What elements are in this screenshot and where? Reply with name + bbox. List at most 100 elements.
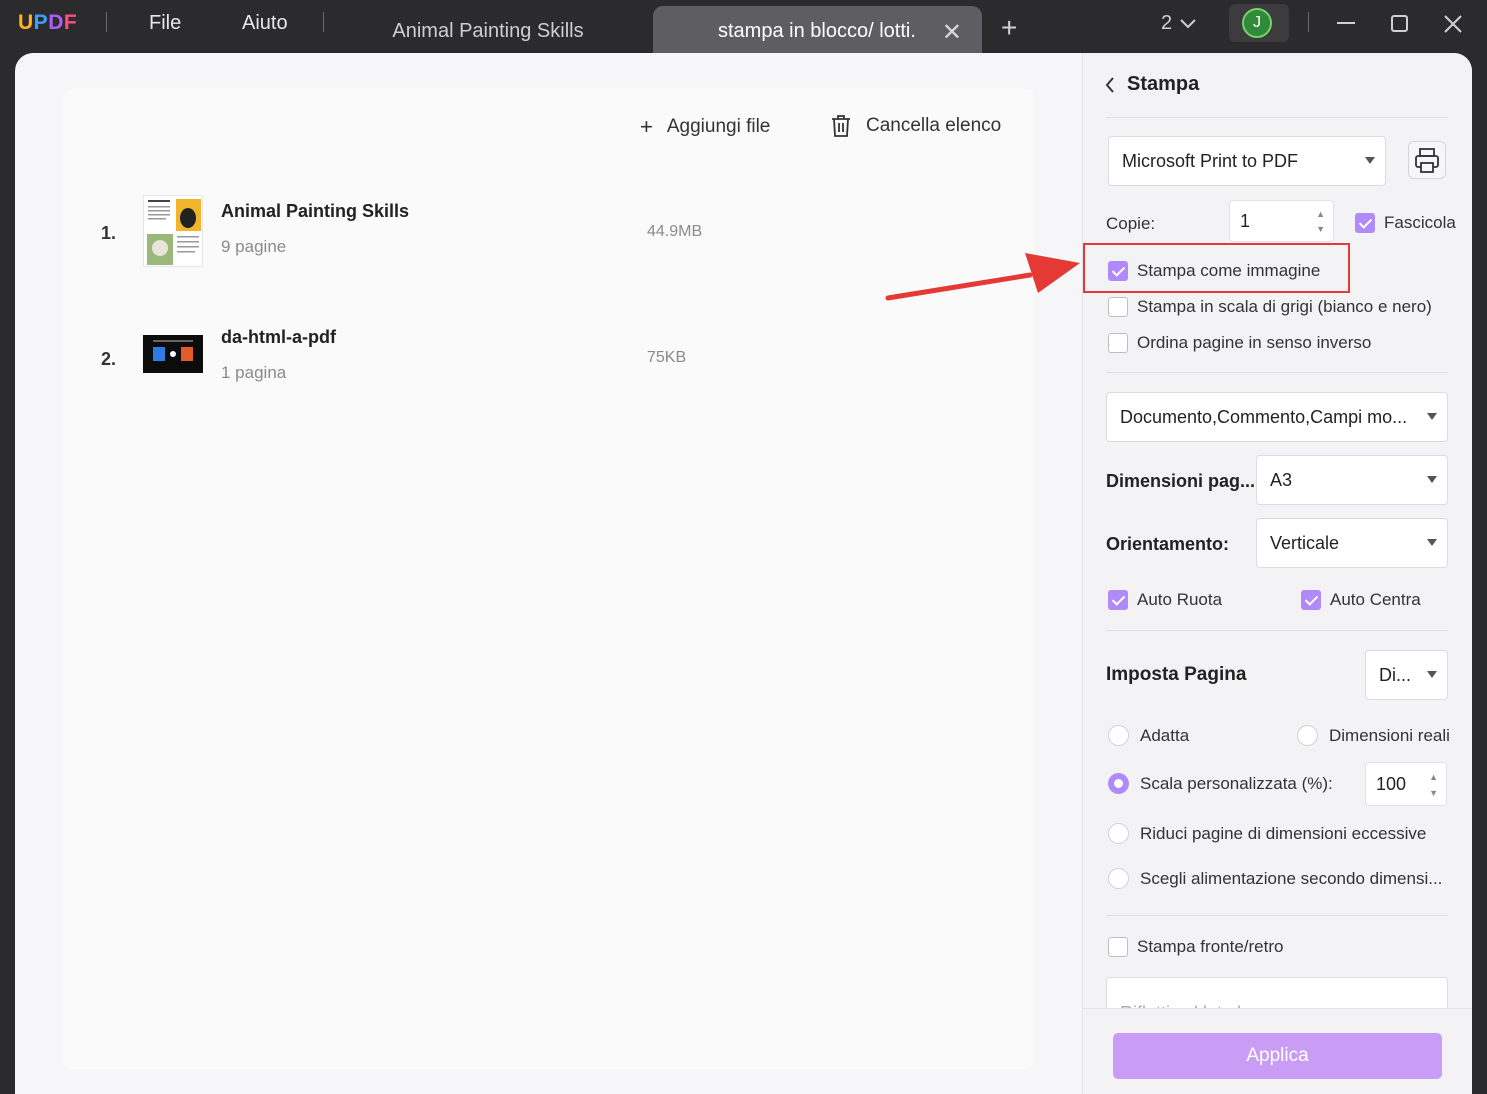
minimize-icon[interactable] — [1336, 8, 1356, 36]
file-pages: 9 pagine — [221, 237, 287, 256]
file-thumbnail — [143, 195, 203, 267]
grayscale-label: Stampa in scala di grigi (bianco e nero) — [1137, 297, 1432, 316]
orientation-value: Verticale — [1270, 532, 1340, 553]
actual-size-label: Dimensioni reali — [1329, 725, 1450, 745]
window-count-dropdown[interactable]: 2 — [1161, 12, 1196, 35]
print-content-select[interactable]: Documento,Commento,Campi mo... — [1106, 392, 1448, 442]
caret-down-icon — [1427, 539, 1437, 546]
tab-animal-painting-skills[interactable]: Animal Painting Skills — [336, 6, 640, 56]
collate-label: Fascicola — [1384, 213, 1456, 232]
page-setup-value: Di... — [1379, 664, 1412, 685]
print-panel-header: Stampa — [1105, 73, 1199, 96]
divider — [323, 12, 324, 32]
radio[interactable] — [1108, 868, 1129, 889]
checkbox[interactable] — [1108, 937, 1128, 957]
fit-radio[interactable]: Adatta — [1108, 725, 1189, 746]
annotation-highlight-box — [1083, 243, 1350, 293]
spin-up-icon[interactable]: ▲ — [1316, 209, 1325, 219]
caret-down-icon — [1427, 413, 1437, 420]
file-size: 75KB — [647, 349, 687, 366]
checkbox[interactable] — [1301, 590, 1321, 610]
close-tab-icon[interactable]: ✕ — [942, 18, 962, 47]
page-setup-label: Imposta Pagina — [1106, 664, 1247, 685]
add-files-label: Aggiungi file — [666, 116, 771, 137]
apply-button[interactable]: Applica — [1113, 1033, 1442, 1079]
custom-scale-radio[interactable]: Scala personalizzata (%): — [1108, 773, 1333, 794]
copies-label: Copie: — [1106, 214, 1156, 233]
divider — [1106, 915, 1448, 916]
file-row[interactable]: 2. da-html-a-pdf 1 pagina 75KB — [63, 317, 1035, 407]
avatar: J — [1242, 8, 1272, 38]
shrink-radio[interactable]: Riduci pagine di dimensioni eccessive — [1108, 823, 1426, 844]
page-setup-select[interactable]: Di... — [1365, 650, 1448, 700]
spin-down-icon[interactable]: ▼ — [1316, 224, 1325, 234]
auto-rotate-checkbox[interactable]: Auto Ruota — [1108, 590, 1222, 610]
collate-checkbox[interactable]: Fascicola — [1355, 213, 1456, 233]
auto-center-checkbox[interactable]: Auto Centra — [1301, 590, 1421, 610]
actual-size-radio[interactable]: Dimensioni reali — [1297, 725, 1450, 746]
caret-down-icon — [1365, 157, 1375, 164]
file-index: 1. — [101, 223, 117, 243]
paper-source-radio[interactable]: Scegli alimentazione secondo dimensi... — [1108, 868, 1442, 889]
printer-value: Microsoft Print to PDF — [1122, 150, 1299, 171]
tab-label: Animal Painting Skills — [392, 19, 584, 42]
reverse-order-label: Ordina pagine in senso inverso — [1137, 333, 1372, 352]
title-bar: UPDF File Aiuto Animal Painting Skills s… — [0, 0, 1487, 56]
main-window: + Aggiungi file Cancella elenco 1. Anima… — [15, 53, 1472, 1094]
divider — [1106, 117, 1448, 118]
divider — [1308, 12, 1309, 32]
menu-aiuto[interactable]: Aiuto — [242, 12, 288, 35]
duplex-label: Stampa fronte/retro — [1137, 937, 1284, 956]
radio[interactable] — [1297, 725, 1318, 746]
shrink-label: Riduci pagine di dimensioni eccessive — [1140, 823, 1427, 843]
printer-properties-button[interactable] — [1408, 141, 1446, 179]
radio[interactable] — [1108, 725, 1129, 746]
grayscale-checkbox[interactable]: Stampa in scala di grigi (bianco e nero) — [1108, 297, 1432, 317]
spin-up-icon[interactable]: ▲ — [1429, 772, 1438, 782]
radio[interactable] — [1108, 823, 1129, 844]
page-size-select[interactable]: A3 — [1256, 455, 1448, 505]
copies-input[interactable]: 1 ▲ ▼ — [1229, 200, 1334, 242]
updf-logo[interactable]: UPDF — [18, 11, 77, 35]
tab-label: stampa in blocco/ lotti. — [718, 19, 916, 42]
print-panel-title: Stampa — [1127, 73, 1200, 95]
tab-stampa-in-blocco[interactable]: stampa in blocco/ lotti. ✕ — [653, 6, 982, 56]
divider — [1106, 372, 1448, 373]
maximize-icon[interactable] — [1391, 12, 1409, 40]
file-name: da-html-a-pdf — [221, 327, 336, 347]
new-tab-plus-icon[interactable]: + — [1001, 12, 1017, 44]
account-button[interactable]: J — [1229, 4, 1289, 42]
copies-value: 1 — [1240, 210, 1251, 231]
fit-label: Adatta — [1140, 725, 1190, 745]
custom-scale-input[interactable]: 100 ▲ ▼ — [1365, 762, 1447, 806]
checkbox[interactable] — [1108, 590, 1128, 610]
custom-scale-label: Scala personalizzata (%): — [1140, 773, 1333, 793]
printer-select[interactable]: Microsoft Print to PDF — [1108, 136, 1386, 186]
divider — [106, 12, 107, 32]
file-thumbnail — [143, 335, 203, 373]
print-content-value: Documento,Commento,Campi mo... — [1120, 406, 1408, 427]
window-count: 2 — [1161, 12, 1173, 34]
page-size-value: A3 — [1270, 469, 1293, 490]
menu-file[interactable]: File — [149, 12, 181, 35]
reverse-order-checkbox[interactable]: Ordina pagine in senso inverso — [1108, 333, 1371, 353]
add-files-button[interactable]: + Aggiungi file — [640, 114, 770, 140]
radio[interactable] — [1108, 773, 1129, 794]
close-window-icon[interactable] — [1444, 12, 1462, 40]
spin-down-icon[interactable]: ▼ — [1429, 788, 1438, 798]
checkbox[interactable] — [1355, 213, 1375, 233]
clear-list-button[interactable]: Cancella elenco — [830, 114, 1001, 138]
back-chevron-icon[interactable] — [1105, 76, 1115, 93]
page-size-label: Dimensioni pag... — [1106, 471, 1256, 491]
custom-scale-value: 100 — [1376, 773, 1407, 794]
checkbox[interactable] — [1108, 297, 1128, 317]
file-pages: 1 pagina — [221, 363, 287, 382]
checkbox[interactable] — [1108, 333, 1128, 353]
clear-list-label: Cancella elenco — [866, 115, 1002, 136]
chevron-down-icon — [1180, 18, 1196, 28]
file-name: Animal Painting Skills — [221, 201, 410, 221]
printer-icon — [1415, 148, 1439, 173]
orientation-select[interactable]: Verticale — [1256, 518, 1448, 568]
file-list-panel: + Aggiungi file Cancella elenco 1. Anima… — [63, 89, 1035, 1069]
duplex-checkbox[interactable]: Stampa fronte/retro — [1108, 937, 1283, 957]
